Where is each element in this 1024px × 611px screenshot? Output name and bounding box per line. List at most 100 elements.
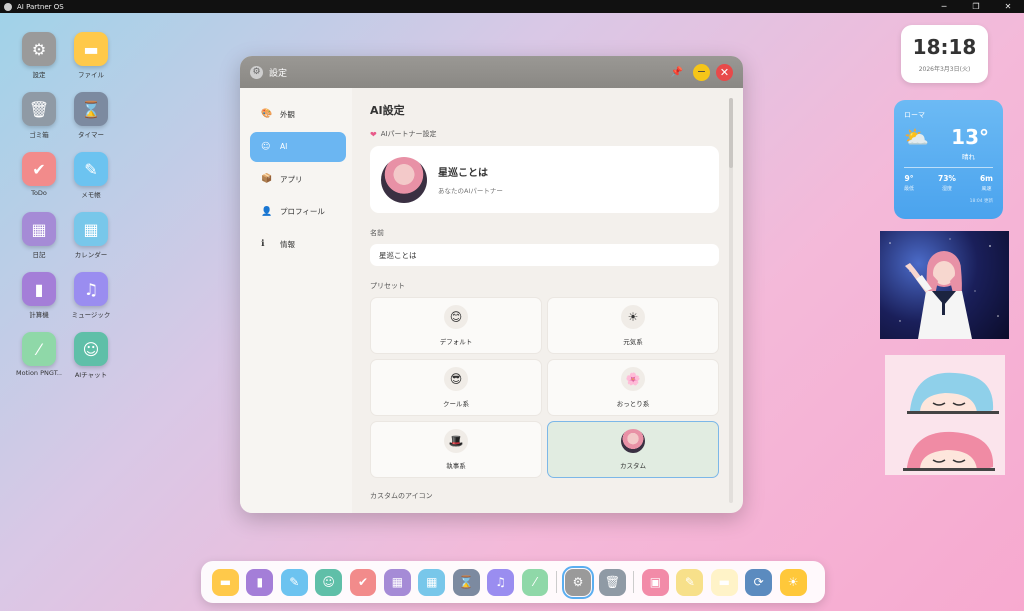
preset-label: プリセット	[370, 282, 405, 290]
desktop-icon-gear[interactable]: ⚙ 設定	[16, 32, 62, 79]
photo-widget-chibi[interactable]	[885, 355, 1005, 475]
weather-widget: ローマ ⛅ 13° 晴れ 9° 最低 73% 湿度 6m 風速 18:04 更新	[894, 100, 1003, 219]
desktop-icon-label: 日記	[32, 251, 46, 259]
settings-content: AI設定 ❤ AIパートナー設定 星巡ことは あなたのAIパートナー 名前 プリ…	[352, 88, 743, 513]
partner-card: 星巡ことは あなたのAIパートナー	[370, 146, 719, 213]
preset-grid: 😊 デフォルト ☀ 元気系 😎 クール系 🌸 おっとり系 🎩 執事系 カスタム	[370, 297, 719, 478]
desktop-icon-trash[interactable]: 🗑 ゴミ箱	[16, 92, 62, 139]
box-icon: 📦	[261, 174, 273, 184]
preset-label-text: 元気系	[623, 338, 643, 346]
desktop-icon-music[interactable]: ♫ ミュージック	[68, 272, 114, 319]
checkbox-icon: ✔	[22, 152, 56, 186]
partner-description: あなたのAIパートナー	[438, 187, 503, 195]
content-scrollbar[interactable]	[729, 98, 733, 503]
dock-calendar-icon[interactable]: ▦	[418, 568, 446, 596]
desktop-icon-label: カレンダー	[74, 251, 108, 259]
sidebar-item-label: アプリ	[280, 174, 303, 184]
preset-label-text: クール系	[443, 400, 469, 408]
palette-icon: 🎨	[261, 109, 273, 119]
clock-widget: 18:18 2026年3月3日(火)	[901, 25, 988, 83]
os-title-bar: AI Partner OS ─ ❐ ✕	[0, 0, 1024, 13]
character-image	[889, 238, 999, 339]
dock-folder-icon[interactable]: ▬	[212, 568, 239, 596]
desktop-icon-label: 設定	[32, 71, 46, 79]
tophat-icon: 🎩	[444, 429, 468, 453]
sidebar-item-1[interactable]: ☺ AI	[250, 131, 346, 162]
dock-notepad-icon[interactable]: ✎	[280, 568, 308, 596]
desktop-icon-calendar[interactable]: ▦ カレンダー	[68, 212, 114, 259]
info-icon: ℹ	[261, 239, 265, 249]
dock-separator	[633, 571, 635, 593]
preset-label-text: 執事系	[446, 462, 466, 470]
dock-wand-icon[interactable]: ⁄	[521, 568, 549, 596]
dock-robot-icon[interactable]: ☺	[315, 568, 343, 596]
dock-sun-icon[interactable]: ☀	[779, 568, 807, 596]
pin-icon[interactable]: 📌	[671, 67, 683, 78]
desktop-icon-diary[interactable]: ▦ 日記	[16, 212, 62, 259]
weather-updated: 18:04 更新	[969, 199, 993, 204]
partner-section-label: AIパートナー設定	[380, 130, 437, 138]
weather-stat: 6m 風速	[980, 174, 993, 192]
preset-option-0[interactable]: 😊 デフォルト	[370, 297, 542, 354]
preset-option-3[interactable]: 🌸 おっとり系	[547, 359, 719, 416]
window-header[interactable]: ⚙ 設定 📌 − ✕	[240, 56, 743, 88]
window-minimize-button[interactable]: −	[693, 63, 710, 81]
desktop-icon-hourglass[interactable]: ⌛ タイマー	[68, 92, 114, 139]
preset-option-2[interactable]: 😎 クール系	[370, 359, 542, 416]
sidebar-item-label: 外観	[280, 109, 295, 119]
dock-checkbox-icon[interactable]: ✔	[349, 568, 377, 596]
preset-label-text: おっとり系	[616, 400, 650, 408]
window-close-button[interactable]: ✕	[716, 63, 733, 81]
dock-sync-icon[interactable]: ⟳	[745, 568, 773, 596]
sidebar-item-2[interactable]: 📦 アプリ	[250, 164, 346, 194]
sunglasses-icon: 😎	[444, 367, 468, 391]
desktop-icon-notepad[interactable]: ✎ メモ帳	[68, 152, 114, 199]
sidebar-item-label: AI	[280, 142, 288, 151]
music-icon: ♫	[74, 272, 108, 306]
dock-file-folder-icon[interactable]: ▬	[710, 568, 738, 596]
chibi-image	[903, 372, 999, 471]
dock-image-icon[interactable]: ▣	[642, 568, 669, 596]
dock-hourglass-icon[interactable]: ⌛	[452, 568, 480, 596]
dock-trash-icon[interactable]: 🗑	[599, 568, 626, 596]
preset-option-5[interactable]: カスタム	[547, 421, 719, 478]
close-button[interactable]: ✕	[992, 0, 1024, 13]
dock-calculator-icon[interactable]: ▮	[246, 568, 274, 596]
partner-info: 星巡ことは あなたのAIパートナー	[427, 164, 503, 195]
gear-icon: ⚙	[250, 65, 263, 79]
maximize-button[interactable]: ❐	[960, 0, 992, 13]
sidebar-item-0[interactable]: 🎨 外観	[250, 99, 346, 129]
scrollbar-thumb[interactable]	[729, 98, 733, 168]
preset-option-1[interactable]: ☀ 元気系	[547, 297, 719, 354]
weather-divider	[904, 167, 993, 168]
photo-widget-character[interactable]	[880, 231, 1009, 339]
trash-icon: 🗑	[22, 92, 56, 126]
desktop-icon-checkbox[interactable]: ✔ ToDo	[16, 152, 62, 197]
weather-stat-label: 湿度	[941, 186, 952, 192]
preset-label-text: カスタム	[620, 462, 646, 470]
desktop-icon-robot[interactable]: ☺ AIチャット	[68, 332, 114, 379]
weather-stat-value: 6m	[979, 174, 993, 183]
heart-icon: ❤	[370, 129, 377, 139]
desktop-icon-wand[interactable]: ⁄ Motion PNGT...	[16, 332, 62, 377]
sidebar-item-label: 情報	[280, 239, 295, 249]
desktop-icon-calculator[interactable]: ▮ 計算機	[16, 272, 62, 319]
sidebar-item-3[interactable]: 👤 プロフィール	[250, 197, 346, 227]
minimize-button[interactable]: ─	[928, 0, 960, 13]
dock-notepad-icon[interactable]: ✎	[676, 568, 704, 596]
calculator-icon: ▮	[22, 272, 56, 306]
name-input[interactable]	[370, 244, 719, 266]
partner-avatar[interactable]	[381, 156, 427, 203]
dock: ▬ ▮ ✎ ☺ ✔ ▦ ▦ ⌛ ♫ ⁄ ⚙ 🗑 ▣ ✎ ▬ ⟳ ☀	[201, 561, 825, 603]
dock-separator	[556, 571, 558, 593]
sidebar-item-4[interactable]: ℹ 情報	[250, 229, 346, 259]
desktop-icon-folder[interactable]: ▬ ファイル	[68, 32, 114, 79]
dock-music-icon[interactable]: ♫	[487, 568, 515, 596]
dock-gear-icon[interactable]: ⚙	[561, 565, 595, 599]
dock-diary-icon[interactable]: ▦	[384, 568, 411, 596]
weather-city: ローマ	[904, 111, 925, 119]
page-title: AI設定	[370, 104, 405, 117]
desktop-icon-label: ファイル	[78, 71, 104, 79]
preset-option-4[interactable]: 🎩 執事系	[370, 421, 542, 478]
diary-icon: ▦	[22, 212, 56, 246]
